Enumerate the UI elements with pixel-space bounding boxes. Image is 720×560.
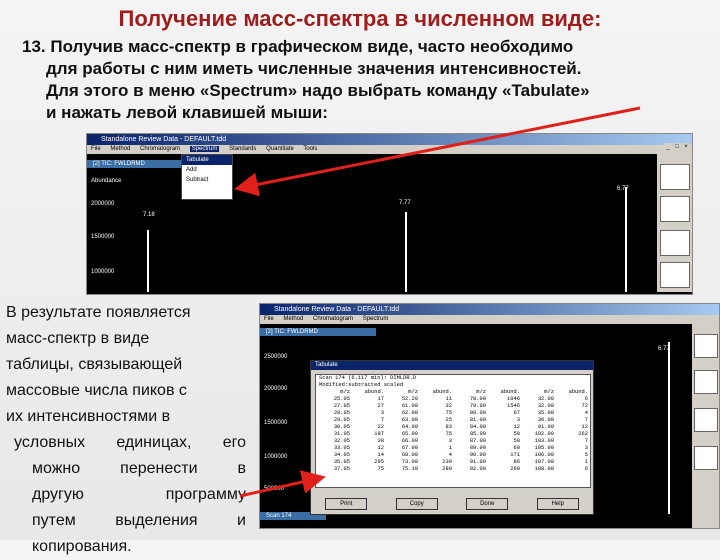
pointer-arrows xyxy=(234,106,641,498)
arrow-to-table xyxy=(239,470,326,498)
arrow-to-tabulate xyxy=(234,106,641,197)
